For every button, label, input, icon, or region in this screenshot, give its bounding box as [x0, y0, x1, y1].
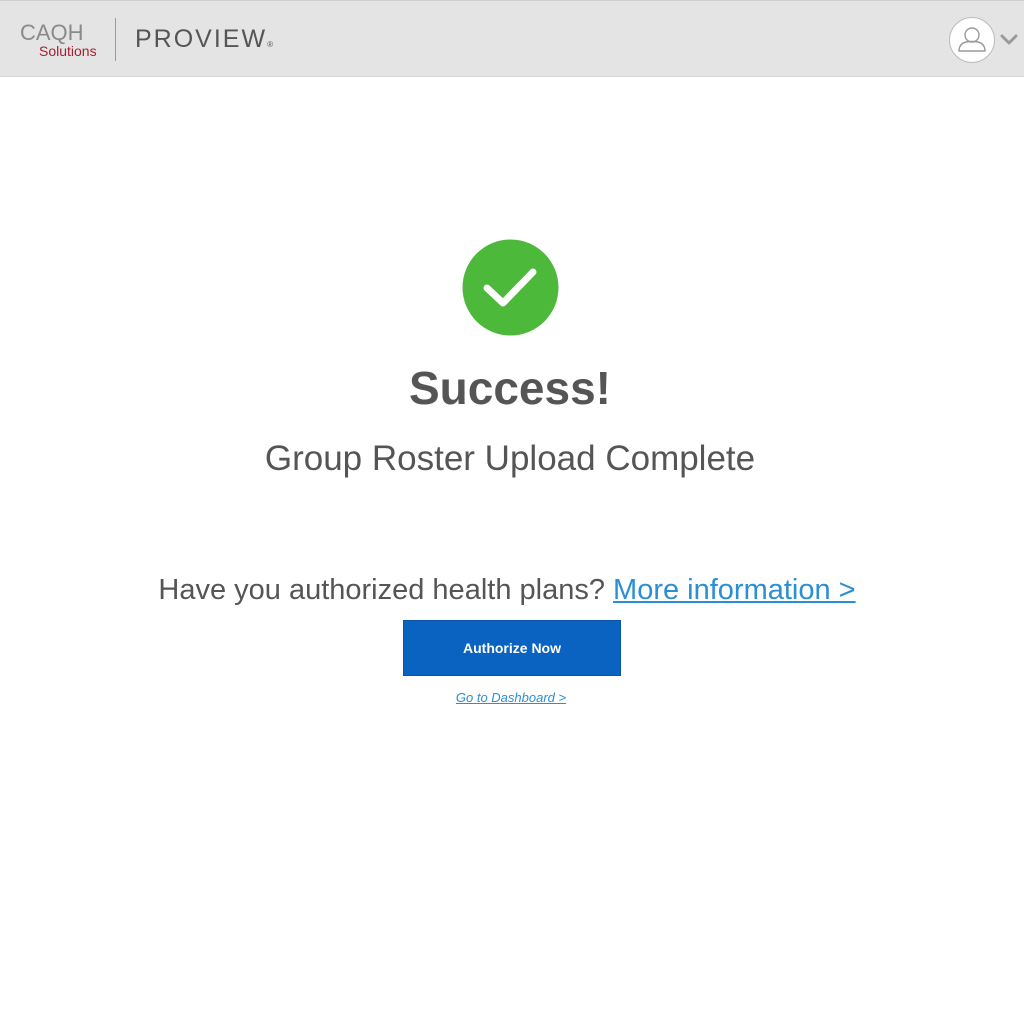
authorization-question-row: Have you authorized health plans? More i…: [0, 571, 1014, 609]
authorization-question: Have you authorized health plans?: [158, 574, 605, 606]
checkmark-circle-icon: [462, 239, 559, 336]
proview-logo[interactable]: PROVIEW®: [135, 25, 273, 59]
caqh-logo-text: CAQH: [20, 20, 84, 45]
logo-divider: [115, 18, 116, 61]
upload-complete-subtitle: Group Roster Upload Complete: [264, 439, 756, 478]
success-title: Success!: [408, 362, 611, 414]
authorize-now-button[interactable]: Authorize Now: [403, 620, 621, 676]
proview-logo-text: PROVIEW: [135, 25, 268, 53]
user-avatar[interactable]: [949, 17, 995, 63]
chevron-down-icon[interactable]: [999, 31, 1019, 49]
registered-mark: ®: [267, 40, 273, 49]
user-icon: [958, 27, 986, 52]
solutions-logo-text: Solutions: [39, 43, 97, 59]
more-information-link[interactable]: More information >: [613, 574, 856, 606]
caqh-solutions-logo[interactable]: CAQH Solutions: [20, 21, 102, 61]
go-to-dashboard-link[interactable]: Go to Dashboard >: [0, 689, 1022, 707]
top-header: CAQH Solutions PROVIEW®: [0, 0, 1024, 77]
